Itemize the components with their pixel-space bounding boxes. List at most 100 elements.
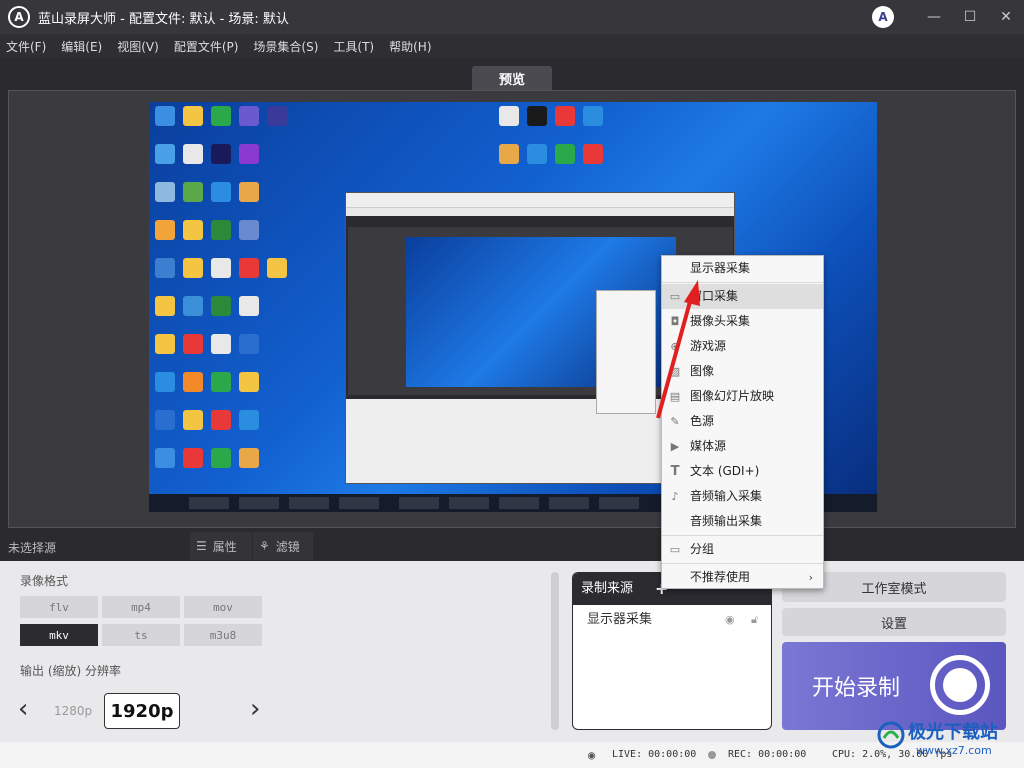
menu-view[interactable]: 视图(V) bbox=[117, 38, 159, 55]
format-flv-button[interactable]: flv bbox=[20, 596, 98, 618]
format-mp4-button[interactable]: mp4 bbox=[102, 596, 180, 618]
desktop-icon bbox=[211, 258, 231, 278]
menu-scene-collection[interactable]: 场景集合(S) bbox=[253, 38, 318, 55]
desktop-icon bbox=[183, 220, 203, 240]
format-m3u8-button[interactable]: m3u8 bbox=[184, 624, 262, 646]
menu-item-deprecated[interactable]: 不推荐使用 › bbox=[662, 565, 823, 590]
start-record-button[interactable]: 开始录制 bbox=[782, 642, 1006, 730]
desktop-icon bbox=[155, 296, 175, 316]
desktop-icon bbox=[155, 220, 175, 240]
desktop-icon bbox=[183, 448, 203, 468]
desktop-icon bbox=[211, 372, 231, 392]
desktop-icon bbox=[583, 106, 603, 126]
menu-item-image[interactable]: ▨ 图像 bbox=[662, 359, 823, 384]
rec-status-dot bbox=[708, 751, 716, 759]
menu-item-camera-capture[interactable]: ◘ 摄像头采集 bbox=[662, 309, 823, 334]
desktop-icon bbox=[527, 144, 547, 164]
desktop-icon bbox=[239, 410, 259, 430]
chevron-right-icon: › bbox=[808, 571, 813, 584]
play-icon: ▶ bbox=[670, 440, 680, 453]
brand-logo-icon[interactable]: A bbox=[872, 6, 894, 28]
rec-status: REC: 00:00:00 bbox=[728, 749, 807, 760]
folder-icon: ▭ bbox=[669, 543, 681, 556]
menu-edit[interactable]: 编辑(E) bbox=[61, 38, 102, 55]
desktop-icon bbox=[239, 296, 259, 316]
add-source-context-menu: 显示器采集 ▭ 窗口采集 ◘ 摄像头采集 ⊕ 游戏源 ▨ 图像 ▤ 图像幻灯片放映 ✎ 色源… bbox=[661, 255, 824, 589]
source-toolbar: 未选择源 bbox=[0, 532, 1024, 560]
menu-item-color-source[interactable]: ✎ 色源 bbox=[662, 409, 823, 434]
menu-item-media-source[interactable]: ▶ 媒体源 bbox=[662, 434, 823, 459]
menu-item-image-slideshow[interactable]: ▤ 图像幻灯片放映 bbox=[662, 384, 823, 409]
filters-button[interactable]: ⚘ 滤镜 bbox=[253, 532, 313, 560]
desktop-icon bbox=[267, 106, 287, 126]
menu-item-label: 不推荐使用 bbox=[690, 570, 751, 584]
panel-scrollbar[interactable] bbox=[551, 572, 559, 730]
settings-button[interactable]: 设置 bbox=[782, 608, 1006, 636]
record-sources-title: 录制来源 bbox=[581, 581, 634, 596]
chevron-left-icon[interactable]: ‹ bbox=[18, 694, 28, 724]
menu-item-label: 音频输入采集 bbox=[690, 489, 763, 503]
app-logo-icon: A bbox=[8, 6, 30, 28]
menu-tools[interactable]: 工具(T) bbox=[333, 38, 374, 55]
close-button[interactable]: ✕ bbox=[988, 0, 1024, 34]
properties-button[interactable]: ☰ 属性 bbox=[190, 532, 252, 560]
desktop-icon bbox=[267, 258, 287, 278]
status-bar: ◉ LIVE: 00:00:00 REC: 00:00:00 CPU: 2.0%… bbox=[0, 742, 1024, 768]
brush-icon: ✎ bbox=[670, 415, 680, 428]
desktop-icon bbox=[155, 410, 175, 430]
desktop-icon bbox=[583, 144, 603, 164]
window-title: 蓝山录屏大师 - 配置文件: 默认 - 场景: 默认 bbox=[38, 11, 289, 27]
desktop-icon bbox=[155, 106, 175, 126]
text-icon: T bbox=[670, 464, 680, 479]
sliders-icon: ☰ bbox=[196, 539, 207, 553]
format-mkv-button[interactable]: mkv bbox=[20, 624, 98, 646]
watermark-url: www.xz7.com bbox=[916, 744, 992, 757]
desktop-icon bbox=[211, 144, 231, 164]
menu-profile[interactable]: 配置文件(P) bbox=[174, 38, 239, 55]
menu-item-label: 音频输出采集 bbox=[690, 514, 763, 528]
eye-icon[interactable]: ◉ bbox=[725, 607, 735, 633]
desktop-icon bbox=[211, 410, 231, 430]
menu-item-text-gdi[interactable]: T 文本 (GDI+) bbox=[662, 459, 823, 484]
menu-item-label: 图像 bbox=[690, 364, 715, 378]
desktop-icon bbox=[239, 144, 259, 164]
source-item[interactable]: 显示器采集 ◉ 🔓︎ bbox=[573, 607, 771, 633]
menu-item-audio-input[interactable]: ♪ 音频输入采集 bbox=[662, 484, 823, 509]
menu-item-label: 分组 bbox=[690, 542, 715, 556]
menu-item-label: 摄像头采集 bbox=[690, 314, 751, 328]
lock-icon[interactable]: 🔓︎ bbox=[751, 607, 758, 633]
menu-item-label: 色源 bbox=[690, 414, 715, 428]
tab-preview[interactable]: 预览 bbox=[472, 66, 552, 90]
format-mov-button[interactable]: mov bbox=[184, 596, 262, 618]
desktop-icon bbox=[239, 106, 259, 126]
desktop-icon bbox=[155, 144, 175, 164]
format-ts-button[interactable]: ts bbox=[102, 624, 180, 646]
desktop-icon bbox=[155, 182, 175, 202]
filters-label: 滤镜 bbox=[275, 539, 300, 554]
menu-item-group[interactable]: ▭ 分组 bbox=[662, 537, 823, 562]
desktop-icon bbox=[183, 410, 203, 430]
resolution-label: 输出 (缩放) 分辨率 bbox=[20, 664, 121, 678]
nested-context-menu bbox=[596, 290, 656, 414]
menu-file[interactable]: 文件(F) bbox=[6, 38, 46, 55]
broadcast-icon: ◉ bbox=[588, 748, 596, 762]
menu-bar: 文件(F) 编辑(E) 视图(V) 配置文件(P) 场景集合(S) 工具(T) … bbox=[0, 34, 1024, 58]
menu-item-game-source[interactable]: ⊕ 游戏源 bbox=[662, 334, 823, 359]
desktop-icon bbox=[155, 448, 175, 468]
menu-item-display-capture[interactable]: 显示器采集 bbox=[662, 256, 823, 281]
maximize-button[interactable]: ☐ bbox=[952, 0, 988, 34]
resolution-prev-value[interactable]: 1280p bbox=[54, 704, 92, 718]
mic-icon: ♪ bbox=[671, 490, 679, 503]
resolution-current-value[interactable]: 1920p bbox=[104, 693, 180, 729]
desktop-icon bbox=[239, 448, 259, 468]
menu-item-audio-output[interactable]: 音频输出采集 bbox=[662, 509, 823, 534]
record-icon bbox=[930, 655, 990, 715]
menu-item-window-capture[interactable]: ▭ 窗口采集 bbox=[662, 284, 823, 309]
desktop-icon bbox=[183, 144, 203, 164]
menu-help[interactable]: 帮助(H) bbox=[389, 38, 431, 55]
desktop-icon bbox=[527, 106, 547, 126]
title-bar: A 蓝山录屏大师 - 配置文件: 默认 - 场景: 默认 A — ☐ ✕ bbox=[0, 0, 1024, 34]
gamepad-icon: ⊕ bbox=[670, 340, 680, 353]
minimize-button[interactable]: — bbox=[916, 0, 952, 34]
chevron-right-icon[interactable]: › bbox=[250, 694, 260, 724]
